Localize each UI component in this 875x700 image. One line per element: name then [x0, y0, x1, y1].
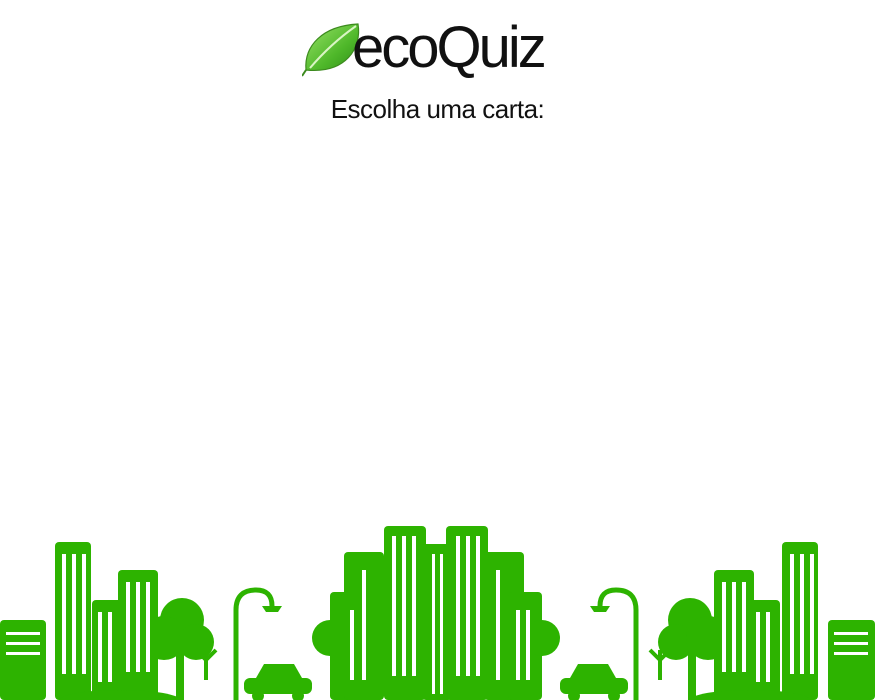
city-skyline-illustration: [0, 526, 875, 700]
logo-text: ecoQuiz: [352, 15, 547, 80]
card-prompt: Escolha uma carta:: [330, 94, 545, 124]
ecoquiz-logo: ecoQuiz: [300, 14, 580, 84]
card-area: [0, 140, 875, 520]
ecoquiz-screen: ecoQuiz Escolha uma carta:: [0, 0, 875, 700]
